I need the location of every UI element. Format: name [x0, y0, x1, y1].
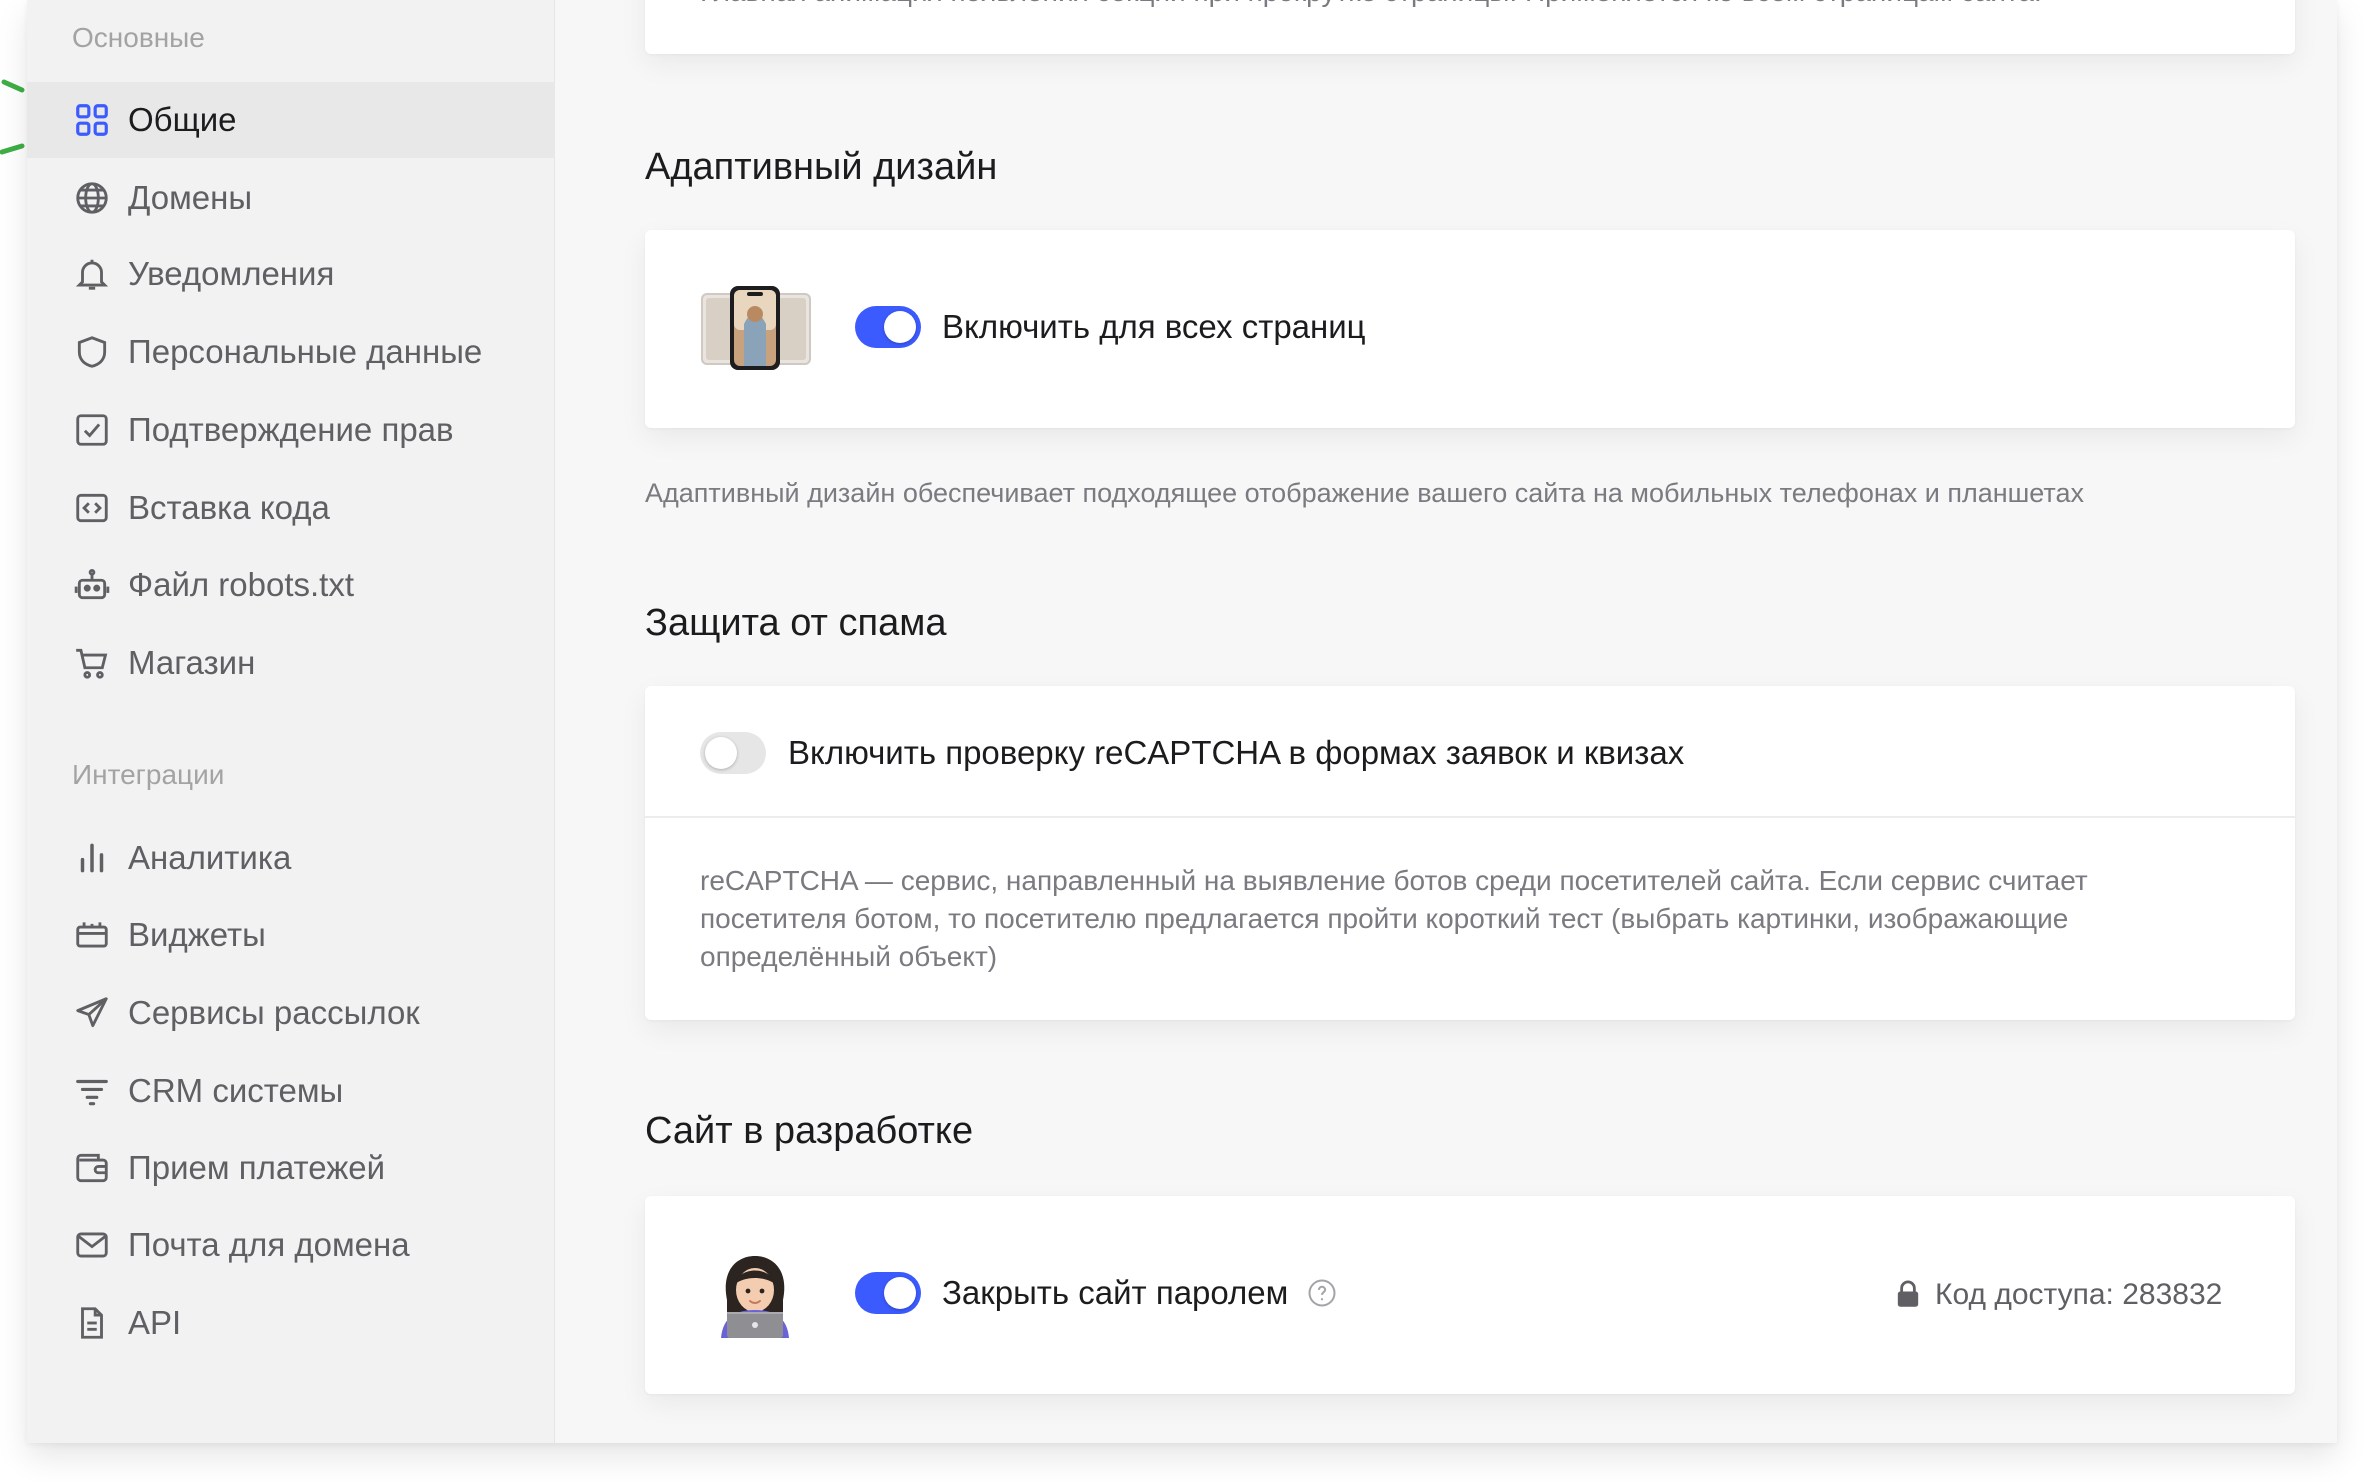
mail-icon: [72, 1225, 112, 1265]
password-toggle[interactable]: [855, 1272, 921, 1314]
sidebar-item-label: Вставка кода: [128, 489, 330, 526]
sidebar-item-api[interactable]: API: [27, 1285, 555, 1361]
adaptive-toggle[interactable]: [855, 306, 921, 348]
adaptive-toggle-label[interactable]: Включить для всех страниц: [942, 308, 1366, 346]
sidebar-item-personal-data[interactable]: Персональные данные: [27, 314, 555, 390]
widget-icon: [72, 915, 112, 955]
lock-icon: [1895, 1280, 1921, 1308]
globe-icon: [72, 178, 112, 218]
sidebar-item-label: Магазин: [128, 644, 256, 681]
code-icon: [72, 488, 112, 528]
adaptive-section-title: Адаптивный дизайн: [645, 146, 998, 188]
settings-window: Основные Общие Домены Уведомления Персон…: [27, 0, 2337, 1443]
sidebar-item-label: Подтверждение прав: [128, 411, 454, 448]
sidebar-item-label: Сервисы рассылок: [128, 994, 420, 1031]
send-icon: [72, 993, 112, 1033]
sidebar-section-integrations: Интеграции: [72, 759, 225, 790]
sidebar-item-label: CRM системы: [128, 1072, 344, 1109]
recaptcha-description: reCAPTCHA — сервис, направленный на выяв…: [700, 865, 2088, 972]
sidebar-item-label: Виджеты: [128, 916, 266, 953]
sidebar-item-label: Аналитика: [128, 839, 292, 876]
sidebar-item-notifications[interactable]: Уведомления: [27, 236, 555, 312]
phone-preview-icon: [700, 284, 812, 370]
password-toggle-label[interactable]: Закрыть сайт паролем: [942, 1274, 1288, 1312]
sidebar-item-label: Персональные данные: [128, 333, 483, 370]
adaptive-hint: Адаптивный дизайн обеспечивает подходяще…: [645, 478, 2085, 508]
sidebar-section-main: Основные: [72, 22, 205, 53]
sidebar-item-label: Прием платежей: [128, 1149, 386, 1186]
question-icon[interactable]: [1307, 1278, 1337, 1308]
checkbox-icon: [72, 410, 112, 450]
grid-icon: [72, 100, 112, 140]
recaptcha-toggle-label[interactable]: Включить проверку reCAPTCHA в формах зая…: [788, 734, 1684, 772]
sidebar-item-analytics[interactable]: Аналитика: [27, 820, 555, 896]
robot-icon: [72, 565, 112, 605]
access-code: Код доступа: 283832: [1935, 1278, 2223, 1311]
sidebar-item-robots[interactable]: Файл robots.txt: [27, 547, 555, 623]
main-content: Главная анимация появления секций при пр…: [555, 0, 2337, 1443]
sidebar-item-domains[interactable]: Домены: [27, 160, 555, 236]
wallet-icon: [72, 1148, 112, 1188]
animation-description: Главная анимация появления секций при пр…: [700, 0, 2042, 8]
recaptcha-toggle[interactable]: [700, 732, 766, 774]
dev-section-title: Сайт в разработке: [645, 1110, 974, 1152]
spam-card-divider: [645, 816, 2295, 818]
sidebar-item-label: API: [128, 1304, 182, 1341]
sidebar-item-shop[interactable]: Магазин: [27, 625, 555, 701]
sidebar-item-code-insert[interactable]: Вставка кода: [27, 470, 555, 546]
shield-icon: [72, 332, 112, 372]
sidebar-item-label: Почта для домена: [128, 1226, 410, 1263]
sidebar-item-domain-mail[interactable]: Почта для домена: [27, 1207, 555, 1283]
sidebar-item-ownership[interactable]: Подтверждение прав: [27, 392, 555, 468]
sidebar-item-label: Файл robots.txt: [128, 566, 355, 603]
animation-card: Главная анимация появления секций при пр…: [645, 0, 2295, 54]
sidebar-item-mailing[interactable]: Сервисы рассылок: [27, 975, 555, 1051]
developer-emoji-icon: [715, 1254, 795, 1338]
sidebar-item-label: Общие: [128, 101, 237, 138]
sidebar-item-general[interactable]: Общие: [27, 82, 555, 158]
sidebar-item-label: Уведомления: [128, 255, 335, 292]
sidebar: Основные Общие Домены Уведомления Персон…: [27, 0, 555, 1443]
bar-chart-icon: [72, 838, 112, 878]
filter-icon: [72, 1071, 112, 1111]
sidebar-item-widgets[interactable]: Виджеты: [27, 897, 555, 973]
cart-icon: [72, 643, 112, 683]
adaptive-card: Включить для всех страниц: [645, 230, 2295, 428]
spam-card: Включить проверку reCAPTCHA в формах зая…: [645, 686, 2295, 1020]
bell-icon: [72, 254, 112, 294]
sidebar-item-crm[interactable]: CRM системы: [27, 1053, 555, 1129]
dev-card: Закрыть сайт паролем Код доступа: 283832: [645, 1196, 2295, 1394]
sidebar-item-label: Домены: [128, 179, 253, 216]
document-icon: [72, 1303, 112, 1343]
sidebar-item-payments[interactable]: Прием платежей: [27, 1130, 555, 1206]
spam-section-title: Защита от спама: [645, 602, 947, 644]
